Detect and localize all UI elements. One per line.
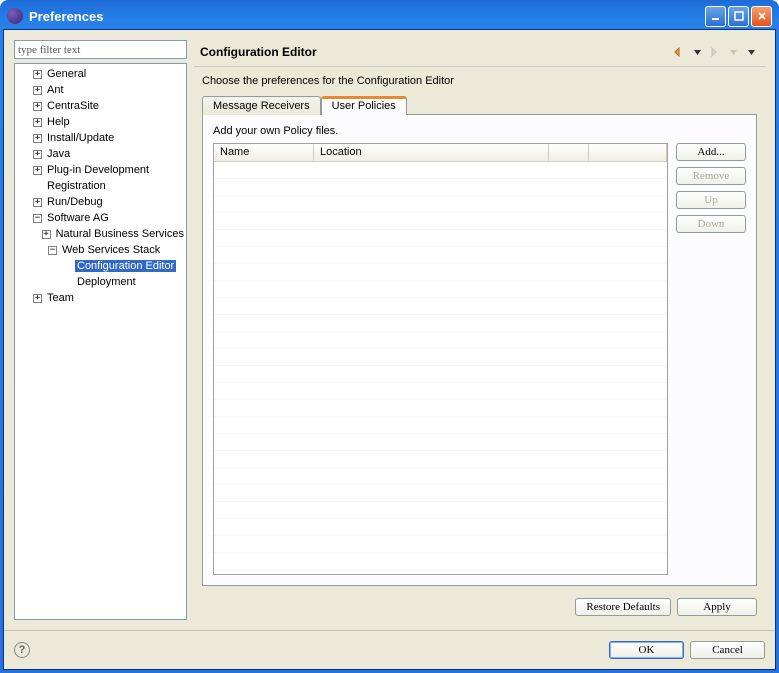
- column-header[interactable]: Location: [314, 144, 549, 162]
- expand-icon[interactable]: +: [33, 166, 42, 175]
- client-area: +General+Ant+CentraSite+Help+Install/Upd…: [3, 29, 776, 670]
- restore-defaults-button[interactable]: Restore Defaults: [575, 598, 671, 616]
- tree-label[interactable]: Registration: [45, 180, 108, 192]
- eclipse-icon: [7, 8, 23, 24]
- filter-input[interactable]: [14, 40, 187, 59]
- add-button[interactable]: Add...: [676, 143, 746, 161]
- tree-item[interactable]: +Java: [15, 146, 186, 162]
- tab-user-policies[interactable]: User Policies: [321, 96, 407, 115]
- back-button[interactable]: [671, 44, 687, 60]
- table-body[interactable]: [214, 162, 667, 574]
- tabs: Message ReceiversUser Policies: [202, 95, 757, 114]
- expand-icon[interactable]: +: [33, 102, 42, 111]
- tree-label[interactable]: Team: [45, 292, 76, 304]
- page-subtitle: Choose the preferences for the Configura…: [202, 75, 757, 87]
- panel-hint: Add your own Policy files.: [213, 125, 746, 137]
- tree-item[interactable]: +Natural Business Services: [15, 226, 186, 242]
- tree-label[interactable]: Install/Update: [45, 132, 116, 144]
- tree-label[interactable]: Java: [45, 148, 72, 160]
- expand-icon[interactable]: +: [33, 86, 42, 95]
- forward-button[interactable]: [707, 44, 723, 60]
- cancel-button[interactable]: Cancel: [690, 641, 765, 659]
- forward-menu[interactable]: [725, 44, 741, 60]
- tree-label[interactable]: Deployment: [75, 276, 138, 288]
- help-icon[interactable]: ?: [14, 642, 30, 658]
- page-title: Configuration Editor: [200, 45, 671, 59]
- collapse-icon[interactable]: −: [33, 214, 42, 223]
- titlebar[interactable]: Preferences: [3, 3, 776, 29]
- back-menu[interactable]: [689, 44, 705, 60]
- view-menu[interactable]: [743, 44, 759, 60]
- expand-icon[interactable]: +: [33, 118, 42, 127]
- minimize-button[interactable]: [705, 6, 726, 27]
- tree-item[interactable]: Registration: [15, 178, 186, 194]
- expand-icon[interactable]: +: [33, 198, 42, 207]
- up-button: Up: [676, 191, 746, 209]
- tree-item[interactable]: +Help: [15, 114, 186, 130]
- remove-button: Remove: [676, 167, 746, 185]
- content-panel: Configuration Editor Choose the preferen…: [194, 40, 765, 620]
- tree-label[interactable]: CentraSite: [45, 100, 101, 112]
- tree-item[interactable]: +Team: [15, 290, 186, 306]
- preferences-window: Preferences +General+Ant+CentraSite+Help…: [0, 0, 779, 673]
- down-button: Down: [676, 215, 746, 233]
- tree-label[interactable]: Web Services Stack: [60, 244, 162, 256]
- collapse-icon[interactable]: −: [48, 246, 57, 255]
- preference-tree[interactable]: +General+Ant+CentraSite+Help+Install/Upd…: [14, 63, 187, 620]
- tree-label[interactable]: Software AG: [45, 212, 111, 224]
- column-header[interactable]: Name: [214, 144, 314, 162]
- tree-item[interactable]: +Ant: [15, 82, 186, 98]
- tree-item[interactable]: +Plug-in Development: [15, 162, 186, 178]
- ok-button[interactable]: OK: [609, 641, 684, 659]
- sidebar: +General+Ant+CentraSite+Help+Install/Upd…: [14, 40, 192, 620]
- tree-label[interactable]: Ant: [45, 84, 66, 96]
- close-button[interactable]: [751, 6, 772, 27]
- column-header-filler: [589, 144, 667, 162]
- expand-icon[interactable]: +: [33, 134, 42, 143]
- footer: ? OK Cancel: [4, 630, 775, 669]
- tree-label[interactable]: Natural Business Services: [54, 228, 186, 240]
- expand-icon[interactable]: +: [33, 70, 42, 79]
- tree-item[interactable]: −Software AG: [15, 210, 186, 226]
- tab-panel: Add your own Policy files. NameLocation …: [202, 114, 757, 586]
- tree-label[interactable]: Help: [45, 116, 72, 128]
- maximize-button[interactable]: [728, 6, 749, 27]
- expand-icon[interactable]: +: [33, 294, 42, 303]
- window-title: Preferences: [29, 9, 705, 24]
- tree-item[interactable]: +General: [15, 66, 186, 82]
- expand-icon[interactable]: +: [42, 230, 51, 239]
- policy-table[interactable]: NameLocation: [213, 143, 668, 575]
- tree-item[interactable]: −Web Services Stack: [15, 242, 186, 258]
- tree-label[interactable]: Run/Debug: [45, 196, 105, 208]
- tree-label[interactable]: Plug-in Development: [45, 164, 151, 176]
- expand-icon[interactable]: +: [33, 150, 42, 159]
- tree-item[interactable]: +Run/Debug: [15, 194, 186, 210]
- tree-label[interactable]: Configuration Editor: [75, 260, 176, 272]
- column-header[interactable]: [549, 144, 589, 162]
- tree-item[interactable]: Configuration Editor: [15, 258, 186, 274]
- tree-item[interactable]: +Install/Update: [15, 130, 186, 146]
- tree-item[interactable]: Deployment: [15, 274, 186, 290]
- apply-button[interactable]: Apply: [677, 598, 757, 616]
- tab-message-receivers[interactable]: Message Receivers: [202, 96, 321, 115]
- tree-label[interactable]: General: [45, 68, 88, 80]
- tree-item[interactable]: +CentraSite: [15, 98, 186, 114]
